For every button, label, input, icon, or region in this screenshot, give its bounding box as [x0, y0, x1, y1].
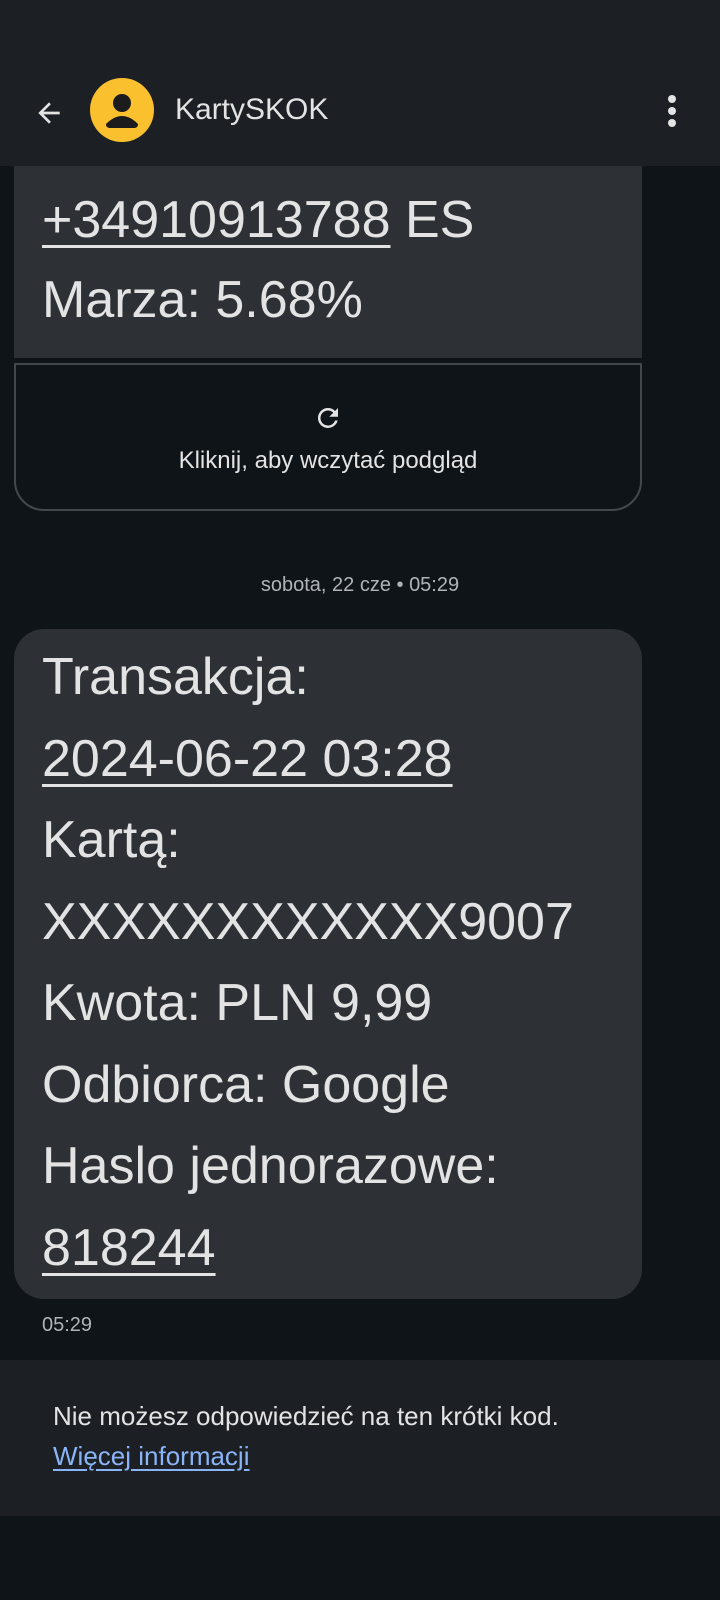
message-line: Kwota: PLN 9,99 — [42, 974, 433, 1032]
previous-message-line: Marza: 5.68% — [42, 271, 363, 329]
more-options-button[interactable] — [652, 86, 692, 136]
arrow-back-icon — [38, 102, 60, 124]
message-line: Odbiorca: Google — [42, 1055, 450, 1114]
message-list[interactable]: +34910913788 ES Marza: 5.68% Kliknij, ab… — [0, 166, 720, 1360]
message-bubble[interactable]: Transakcja: 2024-06-22 03:28 Kartą: XXXX… — [14, 629, 642, 1299]
person-icon — [106, 94, 138, 128]
previous-message-line: +34910913788 ES — [42, 191, 475, 249]
date-link[interactable]: 2024-06-22 03:28 — [42, 730, 453, 788]
preview-label: Kliknij, aby wczytać podgląd — [178, 447, 478, 474]
navigation-area — [0, 1516, 720, 1600]
refresh-icon — [317, 407, 338, 428]
more-vert-icon — [668, 95, 676, 127]
message-line: XXXXXXXXXXXX9007 — [42, 892, 574, 951]
message-line: Transakcja: — [42, 648, 309, 706]
message-timestamp: 05:29 — [42, 1314, 93, 1336]
message-line: Haslo jednorazowe: — [42, 1137, 499, 1195]
message-line: 818244 — [42, 1208, 614, 1290]
phone-link[interactable]: +34910913788 — [42, 191, 391, 249]
message-line: 2024-06-22 03:28 — [42, 719, 614, 801]
top-app-bar: KartySKOK — [0, 60, 720, 166]
previous-message-bubble[interactable]: +34910913788 ES Marza: 5.68% — [14, 166, 642, 358]
code-link[interactable]: 818244 — [42, 1219, 216, 1277]
link-preview[interactable]: Kliknij, aby wczytać podgląd — [14, 363, 642, 511]
back-button[interactable] — [24, 88, 74, 138]
status-bar — [0, 0, 720, 60]
more-info-link[interactable]: Więcej informacji — [53, 1436, 250, 1476]
date-separator: sobota, 22 cze • 05:29 — [260, 574, 460, 596]
screen: KartySKOK +34910913788 ES Marza: 5.68% K… — [0, 0, 720, 1600]
conversation-title[interactable]: KartySKOK — [175, 90, 328, 130]
reply-notice: Nie możesz odpowiedzieć na ten krótki ko… — [0, 1360, 720, 1516]
previous-message-partial-line — [42, 166, 614, 180]
notice-text: Nie możesz odpowiedzieć na ten krótki ko… — [53, 1401, 559, 1431]
contact-avatar[interactable] — [90, 78, 154, 142]
message-line: Kartą: — [42, 811, 181, 869]
